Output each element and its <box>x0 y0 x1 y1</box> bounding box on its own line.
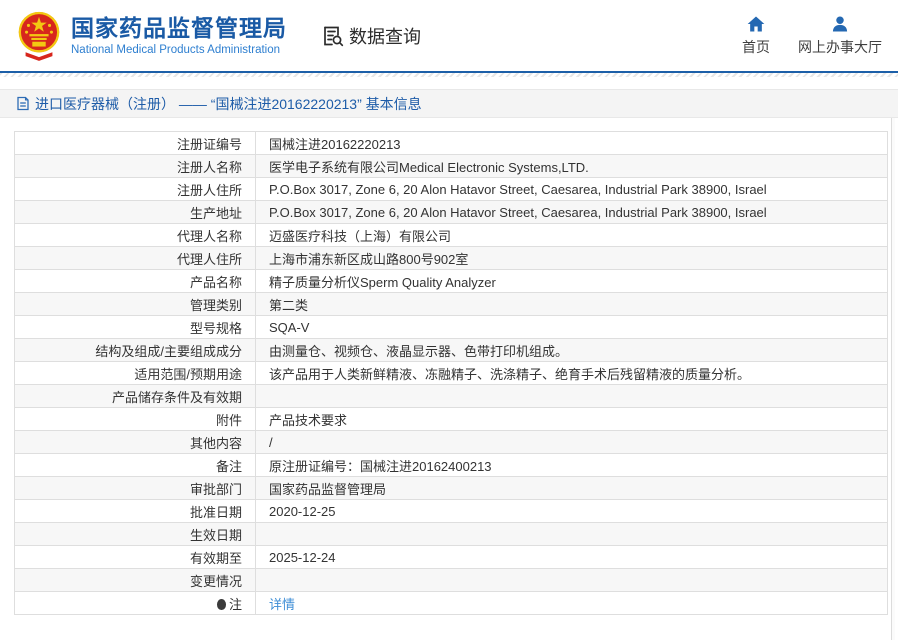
field-label: 注册人住所 <box>15 178 256 201</box>
field-value: 由测量仓、视频仓、液晶显示器、色带打印机组成。 <box>256 339 888 362</box>
field-label: 结构及组成/主要组成成分 <box>15 339 256 362</box>
field-label: 适用范围/预期用途 <box>15 362 256 385</box>
table-row: 批准日期 2020-12-25 <box>15 500 888 523</box>
field-value: 国械注进20162220213 <box>256 132 888 155</box>
field-label: 代理人住所 <box>15 247 256 270</box>
table-row: 结构及组成/主要组成成分 由测量仓、视频仓、液晶显示器、色带打印机组成。 <box>15 339 888 362</box>
table-row: 有效期至 2025-12-24 <box>15 546 888 569</box>
field-label: 附件 <box>15 408 256 431</box>
detail-link[interactable]: 详情 <box>269 597 295 612</box>
field-value: 详情 <box>256 592 888 615</box>
org-name-cn: 国家药品监督管理局 <box>71 15 287 41</box>
table-row: 代理人住所 上海市浦东新区成山路800号902室 <box>15 247 888 270</box>
registration-info-section: 注册证编号 国械注进20162220213 注册人名称 医学电子系统有限公司Me… <box>14 131 888 615</box>
scrollbar[interactable] <box>891 118 895 640</box>
field-label: 审批部门 <box>15 477 256 500</box>
field-label: 备注 <box>15 454 256 477</box>
brand-text: 国家药品监督管理局 National Medical Products Admi… <box>71 15 287 56</box>
field-label: 产品名称 <box>15 270 256 293</box>
data-query-icon <box>321 24 345 48</box>
table-row: 注册人住所 P.O.Box 3017, Zone 6, 20 Alon Hata… <box>15 178 888 201</box>
field-label: 批准日期 <box>15 500 256 523</box>
user-icon <box>830 14 850 34</box>
nav-data-query[interactable]: 数据查询 <box>321 23 421 49</box>
org-name-en: National Medical Products Administration <box>71 44 287 56</box>
table-row: 其他内容 / <box>15 431 888 454</box>
field-value: 上海市浦东新区成山路800号902室 <box>256 247 888 270</box>
table-row: 变更情况 <box>15 569 888 592</box>
table-row: 代理人名称 迈盛医疗科技（上海）有限公司 <box>15 224 888 247</box>
document-icon <box>16 96 30 111</box>
table-row: 适用范围/预期用途 该产品用于人类新鲜精液、冻融精子、洗涤精子、绝育手术后残留精… <box>15 362 888 385</box>
field-value: SQA-V <box>256 316 888 339</box>
field-value: 第二类 <box>256 293 888 316</box>
field-label: 代理人名称 <box>15 224 256 247</box>
nav-home-label: 首页 <box>742 37 770 57</box>
field-value: 2020-12-25 <box>256 500 888 523</box>
breadcrumb-text: 进口医疗器械（注册） —— “国械注进20162220213” 基本信息 <box>35 94 422 114</box>
field-label: 注 <box>15 592 256 615</box>
field-label: 变更情况 <box>15 569 256 592</box>
home-icon <box>746 14 766 34</box>
field-label: 有效期至 <box>15 546 256 569</box>
field-label: 生效日期 <box>15 523 256 546</box>
table-row: 生产地址 P.O.Box 3017, Zone 6, 20 Alon Hatav… <box>15 201 888 224</box>
site-header: 国家药品监督管理局 National Medical Products Admi… <box>0 0 898 73</box>
field-value: 原注册证编号：国械注进20162400213 <box>256 454 888 477</box>
note-icon <box>217 599 226 610</box>
field-label: 生产地址 <box>15 201 256 224</box>
field-value <box>256 523 888 546</box>
field-value: 国家药品监督管理局 <box>256 477 888 500</box>
field-label: 其他内容 <box>15 431 256 454</box>
info-table-body: 注册证编号 国械注进20162220213 注册人名称 医学电子系统有限公司Me… <box>15 132 888 615</box>
field-value: P.O.Box 3017, Zone 6, 20 Alon Hatavor St… <box>256 201 888 224</box>
field-label: 产品储存条件及有效期 <box>15 385 256 408</box>
header-divider <box>0 73 898 77</box>
table-row: 管理类别 第二类 <box>15 293 888 316</box>
field-value: 2025-12-24 <box>256 546 888 569</box>
table-row: 生效日期 <box>15 523 888 546</box>
field-value: / <box>256 431 888 454</box>
header-nav: 首页 网上办事大厅 <box>742 14 882 57</box>
table-row: 备注 原注册证编号：国械注进20162400213 <box>15 454 888 477</box>
table-row: 注 详情 <box>15 592 888 615</box>
table-row: 附件 产品技术要求 <box>15 408 888 431</box>
table-row: 产品名称 精子质量分析仪Sperm Quality Analyzer <box>15 270 888 293</box>
table-row: 型号规格 SQA-V <box>15 316 888 339</box>
field-label: 注册证编号 <box>15 132 256 155</box>
field-value: P.O.Box 3017, Zone 6, 20 Alon Hatavor St… <box>256 178 888 201</box>
table-row: 审批部门 国家药品监督管理局 <box>15 477 888 500</box>
field-value: 医学电子系统有限公司Medical Electronic Systems,LTD… <box>256 155 888 178</box>
field-value <box>256 569 888 592</box>
field-label: 型号规格 <box>15 316 256 339</box>
breadcrumb: 进口医疗器械（注册） —— “国械注进20162220213” 基本信息 <box>0 89 898 118</box>
data-query-label: 数据查询 <box>349 23 421 49</box>
nav-hall-label: 网上办事大厅 <box>798 37 882 57</box>
field-label: 管理类别 <box>15 293 256 316</box>
field-value: 迈盛医疗科技（上海）有限公司 <box>256 224 888 247</box>
info-table: 注册证编号 国械注进20162220213 注册人名称 医学电子系统有限公司Me… <box>14 131 888 615</box>
table-row: 注册人名称 医学电子系统有限公司Medical Electronic Syste… <box>15 155 888 178</box>
field-label: 注册人名称 <box>15 155 256 178</box>
field-value: 该产品用于人类新鲜精液、冻融精子、洗涤精子、绝育手术后残留精液的质量分析。 <box>256 362 888 385</box>
brand-logo[interactable]: 国家药品监督管理局 National Medical Products Admi… <box>16 10 287 62</box>
field-value: 产品技术要求 <box>256 408 888 431</box>
nav-home[interactable]: 首页 <box>742 14 770 57</box>
field-value <box>256 385 888 408</box>
national-emblem-icon <box>16 10 62 62</box>
table-row: 注册证编号 国械注进20162220213 <box>15 132 888 155</box>
table-row: 产品储存条件及有效期 <box>15 385 888 408</box>
nav-online-hall[interactable]: 网上办事大厅 <box>798 14 882 57</box>
field-value: 精子质量分析仪Sperm Quality Analyzer <box>256 270 888 293</box>
